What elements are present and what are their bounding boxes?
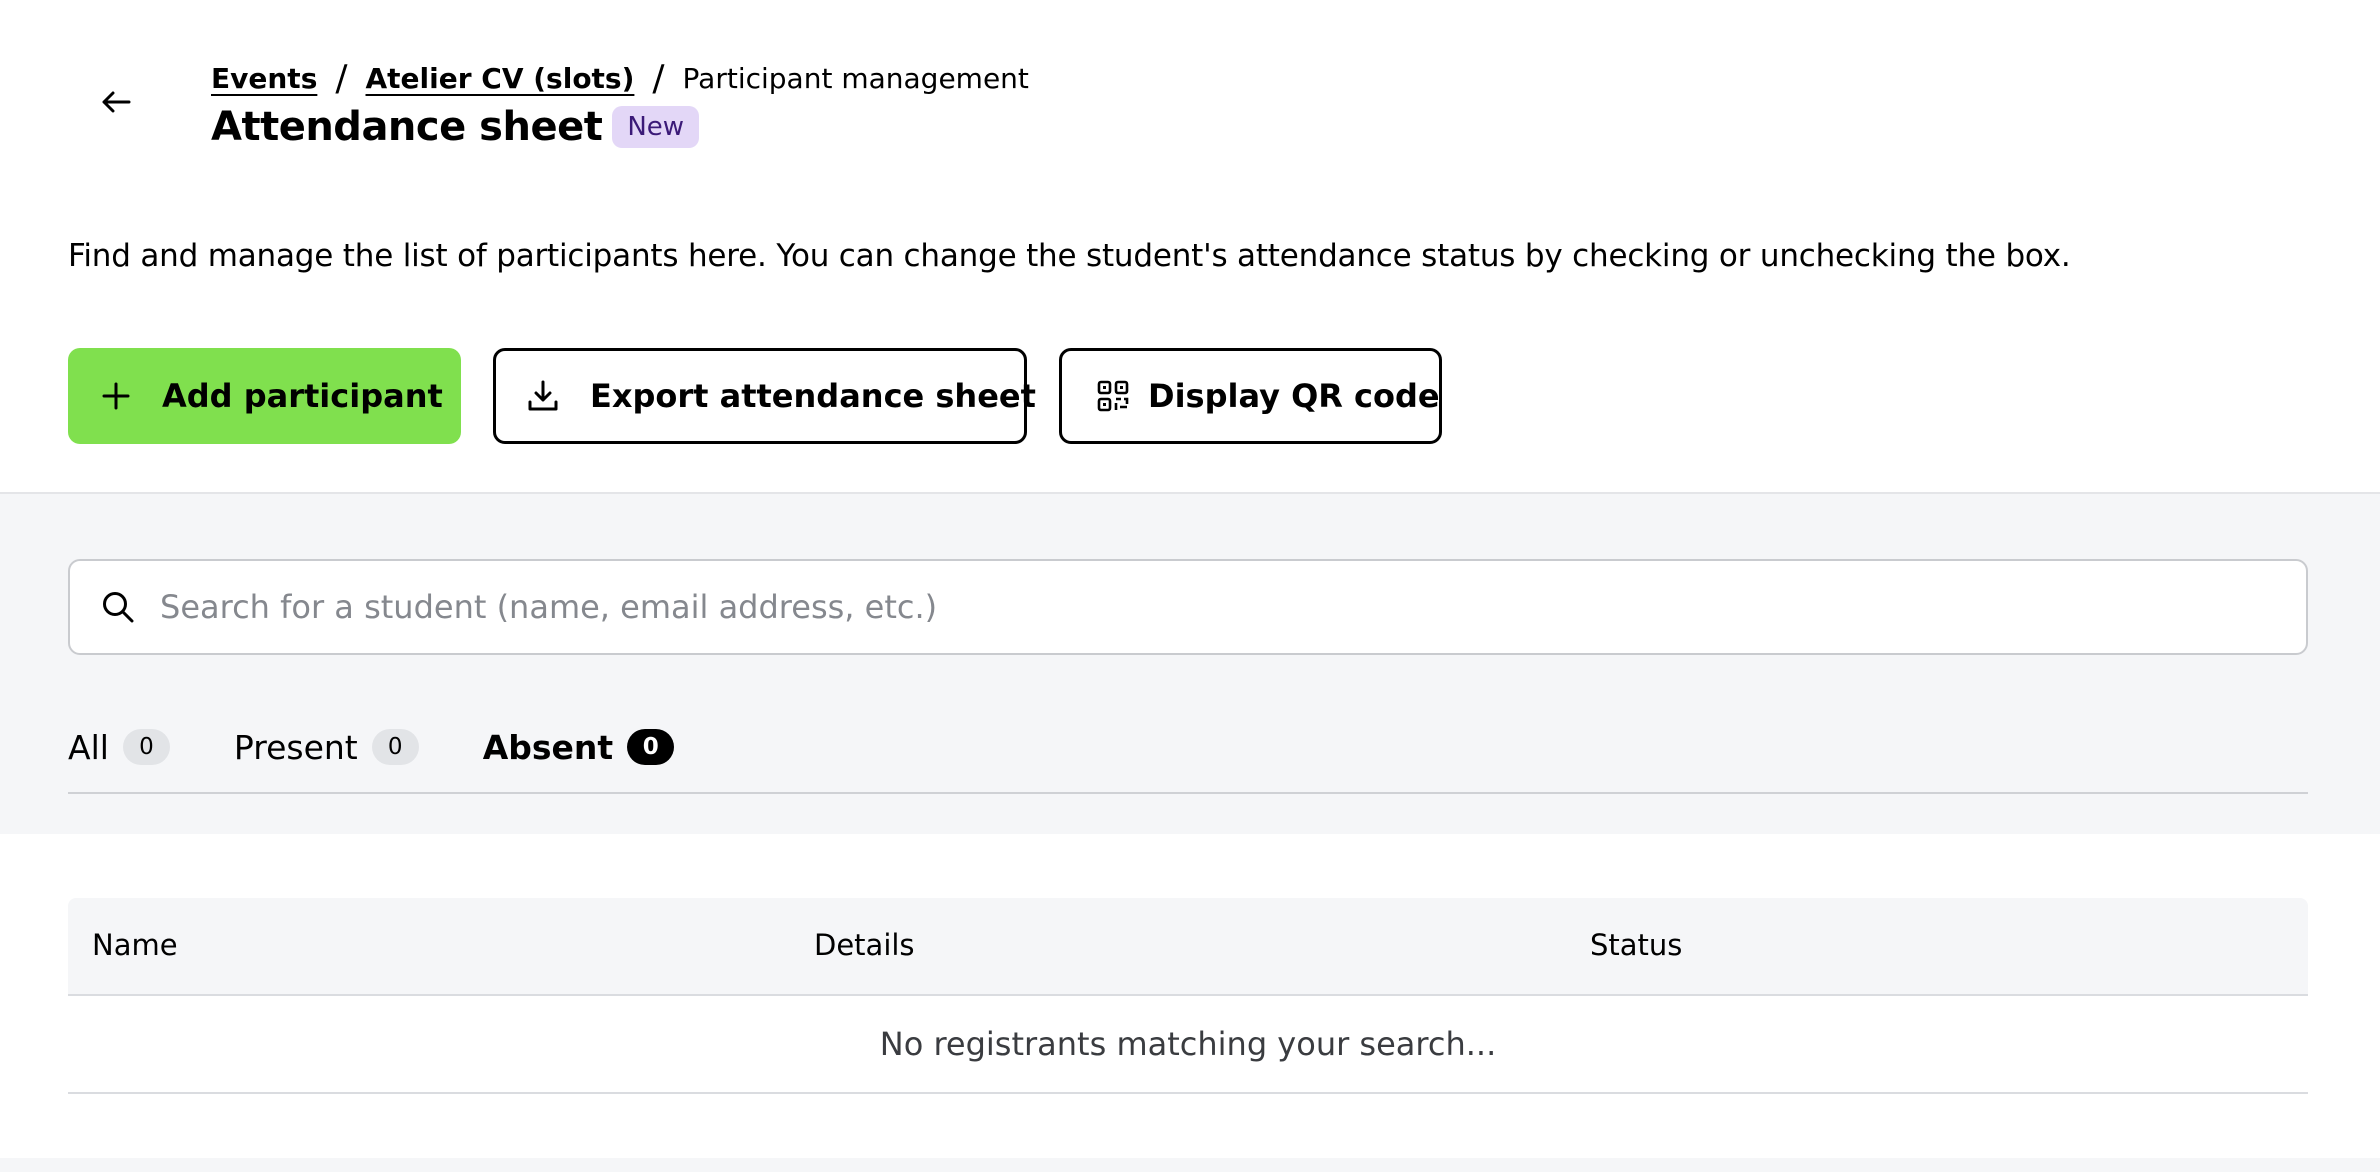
tab-all-count: 0: [122, 729, 170, 765]
breadcrumb: Events / Atelier CV (slots) / Participan…: [211, 56, 1029, 100]
page-title: Attendance sheet: [211, 104, 603, 150]
download-icon: [526, 379, 560, 413]
search-box[interactable]: [68, 559, 2308, 655]
empty-state-message: No registrants matching your search...: [879, 1025, 1497, 1063]
search-input[interactable]: [160, 588, 2260, 626]
page-description: Find and manage the list of participants…: [68, 238, 2071, 274]
tab-all-label: All: [68, 727, 109, 767]
participants-table: Name Details Status No registrants match…: [68, 898, 2308, 1094]
tab-present-label: Present: [233, 727, 358, 767]
filter-section: All 0 Present 0 Absent 0: [0, 492, 2380, 834]
add-participant-button[interactable]: Add participant: [68, 348, 461, 444]
breadcrumb-current: Participant management: [682, 61, 1029, 95]
add-participant-label: Add participant: [162, 377, 443, 415]
bottom-strip: [0, 1158, 2380, 1172]
tab-present[interactable]: Present 0: [234, 722, 419, 772]
table-header: Name Details Status: [68, 898, 2308, 996]
export-attendance-label: Export attendance sheet: [590, 377, 1036, 415]
tab-present-count: 0: [371, 729, 419, 765]
display-qr-label: Display QR code: [1148, 377, 1440, 415]
tab-all[interactable]: All 0: [68, 722, 170, 772]
new-badge: New: [612, 106, 700, 148]
breadcrumb-separator: /: [335, 57, 348, 99]
column-header-status: Status: [1590, 928, 1683, 962]
action-bar: Add participant Export attendance sheet …: [68, 348, 1442, 444]
breadcrumb-events-link[interactable]: Events: [211, 62, 317, 95]
status-tabs: All 0 Present 0 Absent 0: [68, 722, 2308, 794]
title-row: Attendance sheet New: [211, 104, 700, 150]
breadcrumb-separator: /: [652, 57, 665, 99]
tab-absent-label: Absent: [482, 727, 614, 767]
plus-icon: [100, 380, 132, 412]
breadcrumb-event-link[interactable]: Atelier CV (slots): [366, 62, 635, 95]
search-icon: [100, 589, 136, 625]
column-header-name[interactable]: Name: [92, 928, 178, 962]
qr-code-icon: [1096, 379, 1130, 413]
column-header-details: Details: [814, 928, 915, 962]
tab-absent-count: 0: [627, 729, 675, 765]
export-attendance-button[interactable]: Export attendance sheet: [493, 348, 1036, 444]
tab-absent[interactable]: Absent 0: [482, 722, 675, 772]
empty-state-row: No registrants matching your search...: [68, 996, 2308, 1094]
back-button[interactable]: [80, 72, 152, 132]
arrow-left-icon: [102, 91, 131, 113]
display-qr-button[interactable]: Display QR code: [1059, 348, 1442, 444]
